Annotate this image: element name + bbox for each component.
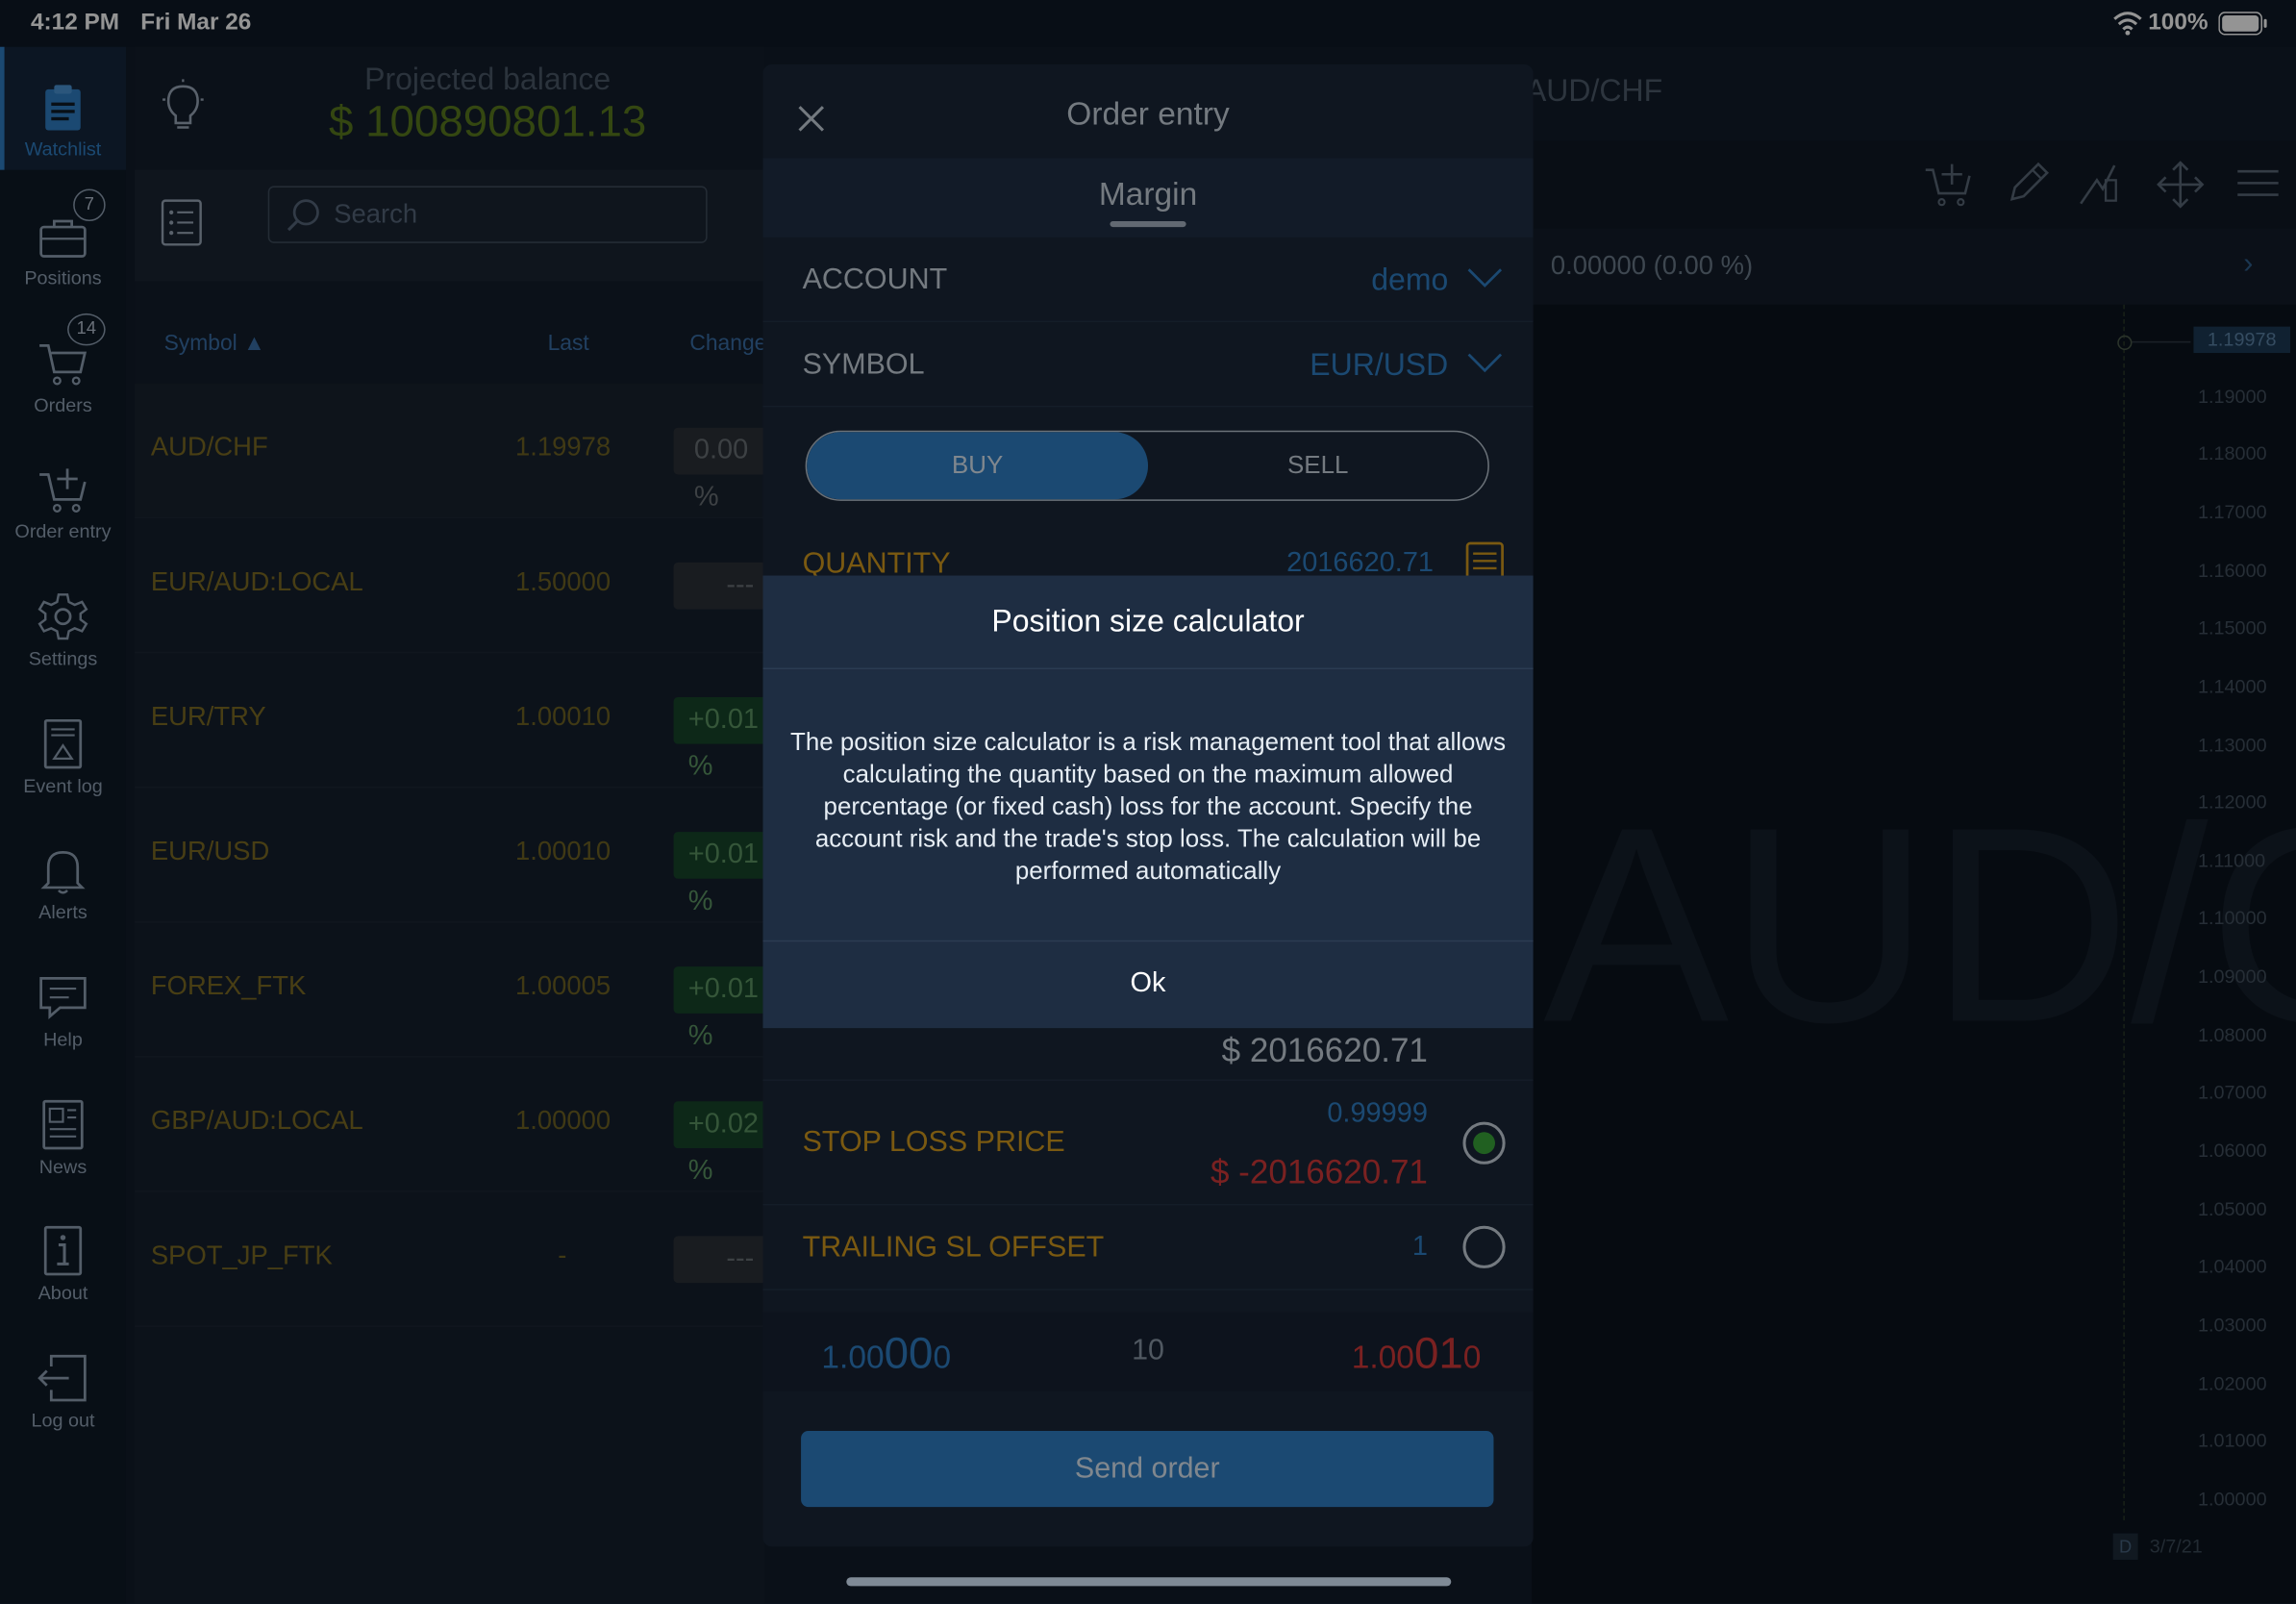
position-size-dialog: Position size calculator The position si… [762, 575, 1534, 1029]
dialog-header: Position size calculator [762, 576, 1534, 670]
dialog-ok-button[interactable]: Ok [762, 940, 1534, 1028]
dialog-title: Position size calculator [991, 604, 1305, 639]
home-indicator [846, 1577, 1452, 1587]
dialog-body: The position size calculator is a risk m… [790, 727, 1507, 885]
